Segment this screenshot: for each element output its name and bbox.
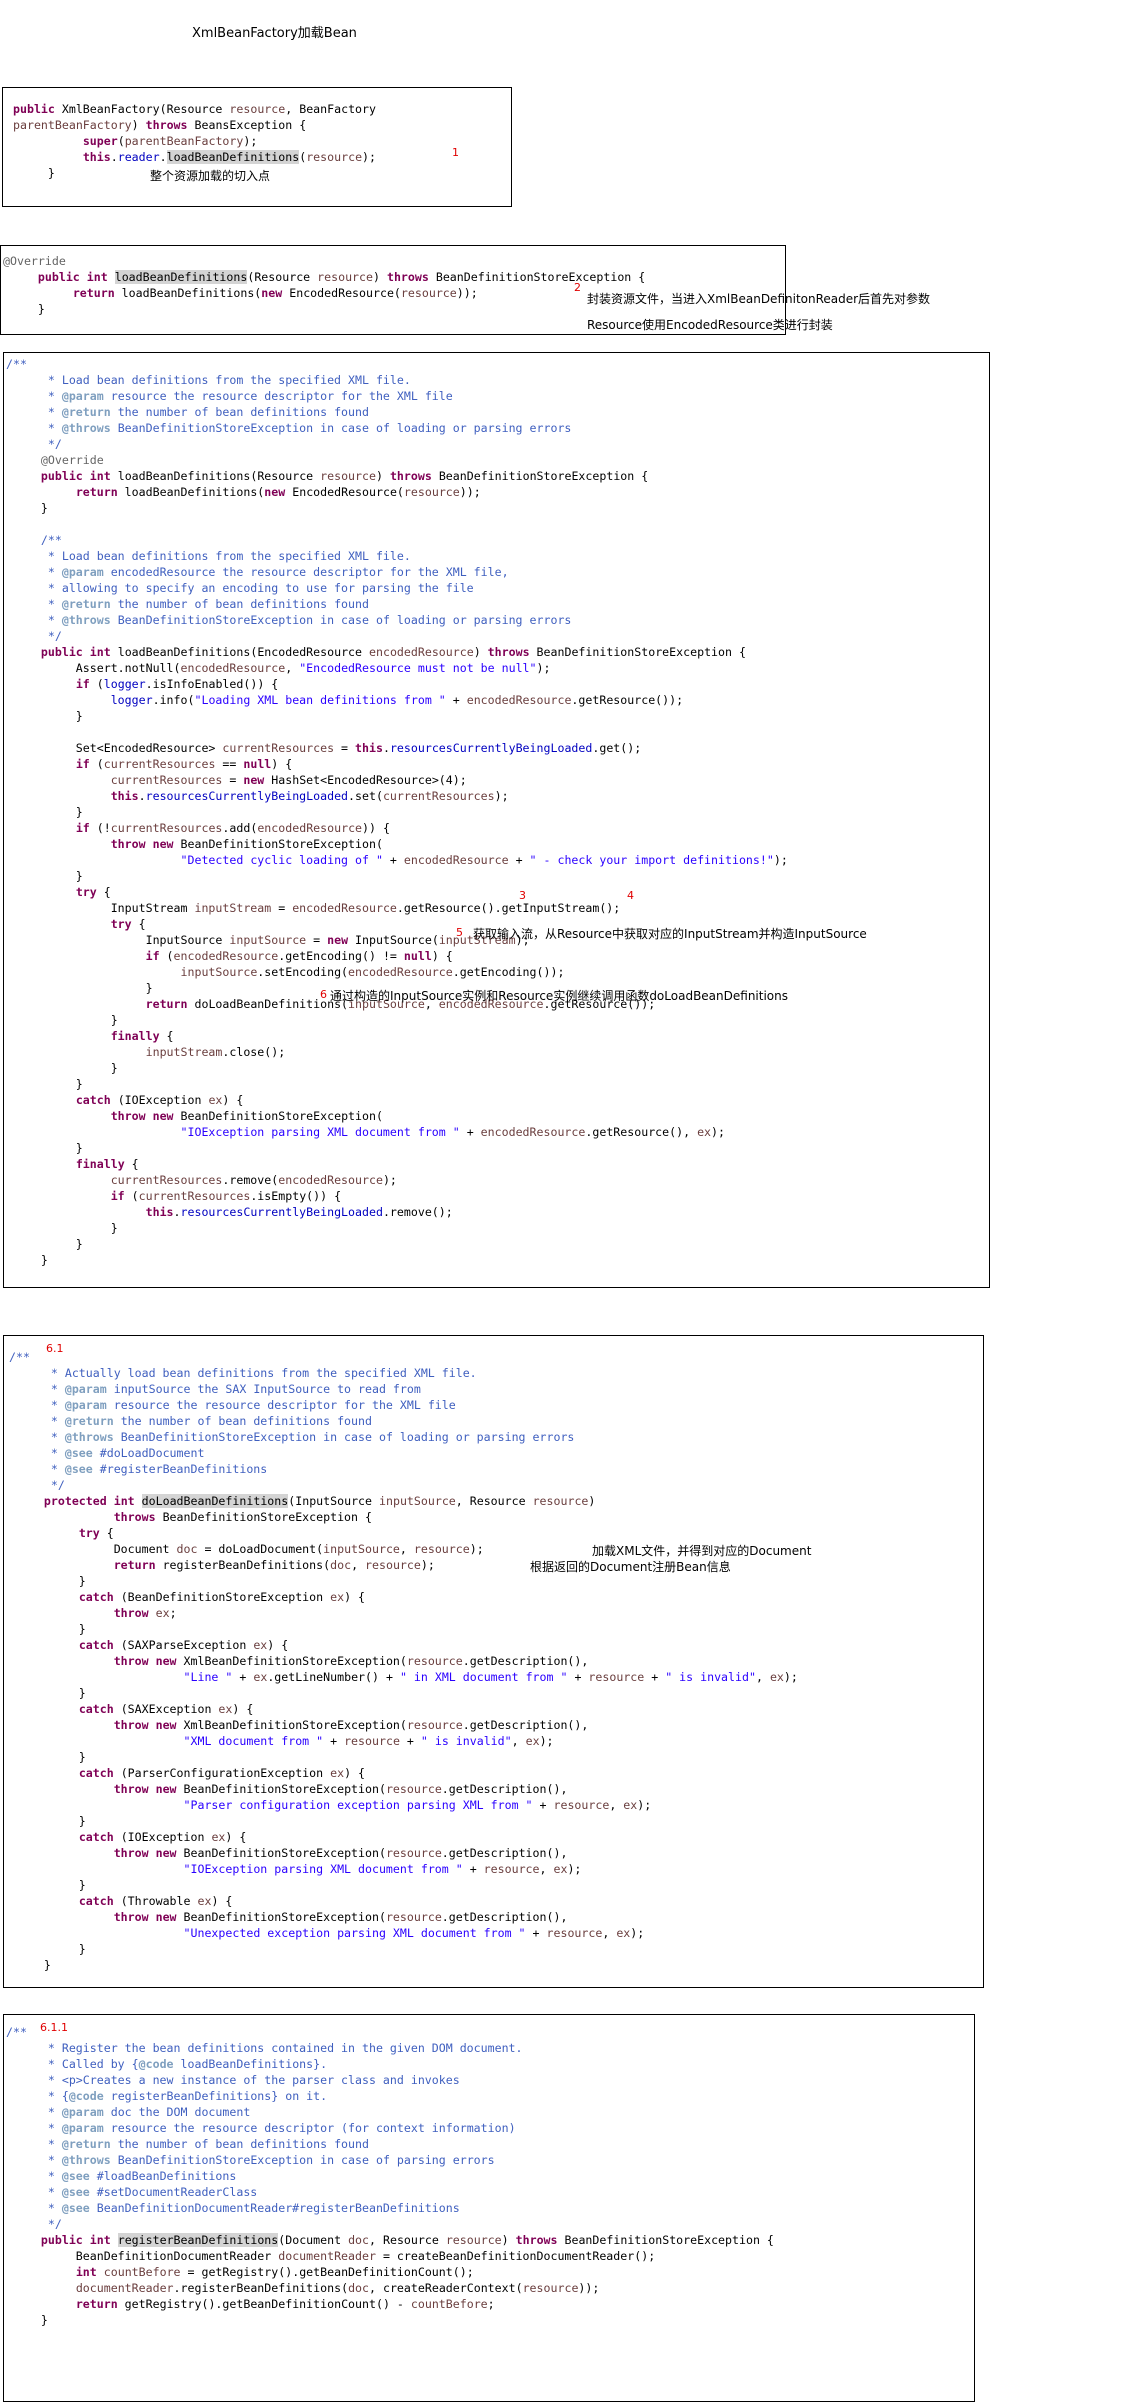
annotation-encoded-resource-1: 封装资源文件，当进入XmlBeanDefinitonReader后首先对参数 [587,292,931,306]
code-block: @Override public int loadBeanDefinitions… [3,254,646,316]
annotation-encoded-resource-2: Resource使用EncodedResource类进行封装 [587,318,833,332]
code-box-xmlbeanfactory-constructor: public XmlBeanFactory(Resource resource,… [2,87,512,207]
marker-6: 6 [320,988,327,1001]
annotation-do-load: 通过构造的InputSource实例和Resource实例继续调用函数doLoa… [330,989,788,1003]
annotation-register-beans: 根据返回的Document注册Bean信息 [530,1560,731,1574]
marker-4: 4 [627,889,634,902]
marker-3: 3 [519,889,526,902]
annotation-load-document: 加载XML文件，并得到对应的Document [592,1544,812,1558]
code-block: /** * Load bean definitions from the spe… [6,357,788,1267]
marker-2: 2 [574,281,581,294]
code-block: /** * Actually load bean definitions fro… [9,1350,798,1972]
annotation-entry-point: 整个资源加载的切入点 [150,169,271,183]
marker-6-1-1: 6.1.1 [40,2021,68,2034]
marker-5: 5 [456,926,463,939]
code-box-load-bean-definitions-encoded: /** * Load bean definitions from the spe… [3,352,990,1288]
code-block: /** * Register the bean definitions cont… [6,2025,774,2327]
marker-6-1: 6.1 [46,1342,64,1355]
code-box-register-bean-definitions: /** * Register the bean definitions cont… [3,2014,975,2402]
page-title: XmlBeanFactory加载Bean [192,26,357,41]
code-box-do-load-bean-definitions: /** * Actually load bean definitions fro… [3,1335,984,1988]
annotation-input-stream: 获取输入流，从Resource中获取对应的InputStream并构造Input… [473,927,867,941]
marker-1: 1 [452,146,459,159]
